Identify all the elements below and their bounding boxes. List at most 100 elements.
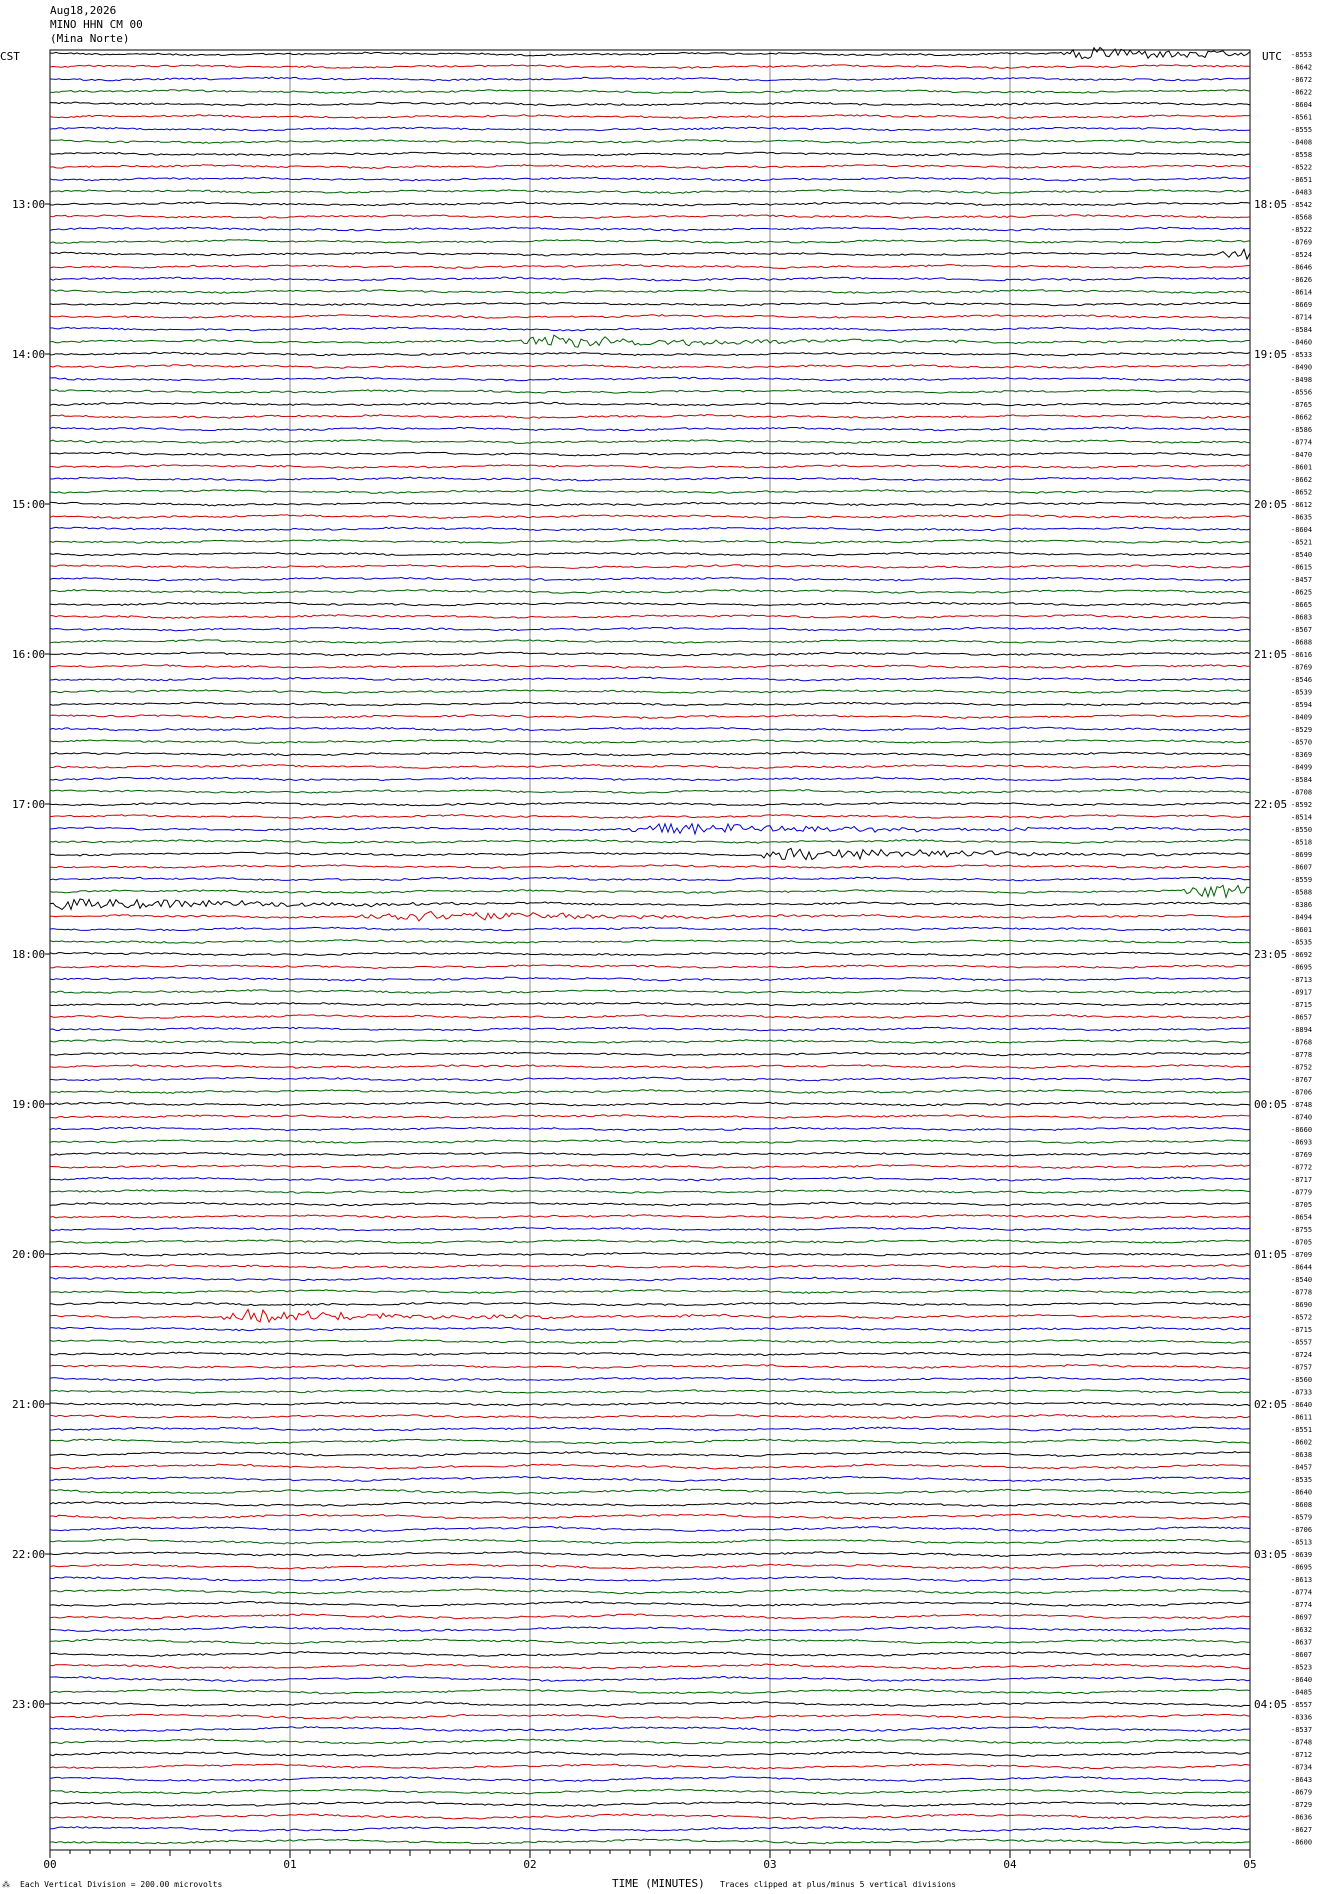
right-time-label: 04:05: [1254, 1698, 1287, 1711]
trace-offset-label: -8542: [1291, 201, 1312, 209]
seismic-trace: [49, 1251, 1251, 1257]
left-time-label: 19:00: [12, 1098, 45, 1111]
trace-offset-label: -8705: [1291, 1239, 1312, 1247]
seismic-trace: [49, 1763, 1251, 1770]
left-time-label: 15:00: [12, 498, 45, 511]
trace-offset-label: -8523: [1291, 1664, 1312, 1672]
seismic-trace: [50, 334, 1250, 348]
seismic-trace: [49, 289, 1251, 294]
trace-offset-label: -8660: [1291, 1126, 1312, 1134]
seismic-trace: [49, 951, 1251, 957]
trace-offset-label: -8533: [1291, 351, 1312, 359]
trace-offset-label: -8669: [1291, 301, 1312, 309]
left-time-label: 21:00: [12, 1398, 45, 1411]
trace-offset-label: -8485: [1291, 1689, 1312, 1697]
trace-offset-label: -8588: [1291, 889, 1312, 897]
seismic-trace: [49, 1751, 1251, 1757]
trace-offset-label: -8557: [1291, 1339, 1312, 1347]
seismic-trace: [49, 1626, 1251, 1633]
seismic-trace: [49, 884, 1251, 900]
trace-offset-label: -8683: [1291, 614, 1312, 622]
trace-offset-label: -8600: [1291, 1839, 1312, 1847]
trace-offset-label: -8715: [1291, 1326, 1312, 1334]
trace-offset-label: -8767: [1291, 1076, 1312, 1084]
seismic-trace: [49, 1538, 1251, 1545]
trace-offset-label: -8498: [1291, 376, 1312, 384]
right-time-label: 20:05: [1254, 498, 1287, 511]
seismic-trace: [49, 1463, 1251, 1470]
seismic-trace: [49, 564, 1251, 569]
seismic-trace: [49, 976, 1251, 982]
trace-offset-label: -8553: [1291, 51, 1312, 59]
seismic-trace: [49, 1401, 1251, 1407]
seismic-trace: [49, 1051, 1251, 1057]
seismic-trace: [49, 326, 1251, 332]
trace-offset-label: -8560: [1291, 1376, 1312, 1384]
trace-offset-label: -8535: [1291, 939, 1312, 947]
x-tick-label: 02: [523, 1858, 536, 1871]
trace-offset-label: -8692: [1291, 951, 1312, 959]
trace-offset-label: -8557: [1291, 1701, 1312, 1709]
seismic-trace: [49, 739, 1251, 744]
scale-note: Each Vertical Division = 200.00 microvol…: [20, 1880, 223, 1889]
seismic-trace: [49, 89, 1251, 94]
seismic-trace: [49, 114, 1251, 119]
seismic-trace: [49, 1801, 1251, 1807]
seismic-trace: [49, 1389, 1251, 1394]
trace-offset-label: -8409: [1291, 714, 1312, 722]
seismic-trace: [49, 501, 1251, 507]
seismic-trace: [49, 551, 1251, 557]
seismic-trace: [49, 964, 1251, 969]
seismic-trace: [49, 514, 1251, 519]
trace-offset-label: -8608: [1291, 1501, 1312, 1509]
trace-offset-label: -8592: [1291, 801, 1312, 809]
trace-offset-label: -8604: [1291, 101, 1312, 109]
seismic-trace: [49, 839, 1251, 844]
seismic-trace: [49, 389, 1251, 394]
trace-offset-label: -8734: [1291, 1764, 1312, 1772]
right-time-label: 18:05: [1254, 198, 1287, 211]
trace-offset-label: -8714: [1291, 314, 1312, 322]
trace-offset-label: -8774: [1291, 1601, 1312, 1609]
trace-offset-label: -8529: [1291, 726, 1312, 734]
x-tick-label: 05: [1243, 1858, 1256, 1871]
trace-offset-label: -8336: [1291, 1714, 1312, 1722]
seismic-trace: [49, 1725, 1251, 1732]
trace-offset-label: -8708: [1291, 789, 1312, 797]
scale-marker-icon: ⁂: [2, 1880, 10, 1889]
trace-offset-label: -8651: [1291, 176, 1312, 184]
seismic-trace: [49, 1139, 1251, 1144]
trace-offset-label: -8570: [1291, 739, 1312, 747]
left-time-label: 17:00: [12, 798, 45, 811]
seismic-trace: [49, 814, 1250, 819]
seismic-trace: [49, 426, 1251, 432]
seismic-trace: [49, 1001, 1251, 1007]
seismic-trace: [49, 1176, 1251, 1182]
seismic-trace: [49, 226, 1250, 232]
seismic-trace: [49, 239, 1251, 244]
trace-offset-label: -8614: [1291, 289, 1312, 297]
seismic-trace: [49, 614, 1251, 619]
trace-offset-label: -8558: [1291, 151, 1312, 159]
trace-offset-label: -8733: [1291, 1389, 1312, 1397]
trace-offset-label: -8769: [1291, 664, 1312, 672]
trace-offset-label: -8514: [1291, 814, 1312, 822]
trace-offset-label: -8748: [1291, 1739, 1312, 1747]
seismic-trace: [49, 1226, 1251, 1232]
seismic-trace: [49, 539, 1251, 544]
seismic-trace: [50, 1475, 1251, 1483]
seismic-trace: [49, 263, 1250, 270]
seismic-trace: [49, 301, 1251, 307]
trace-offset-label: -8584: [1291, 326, 1312, 334]
seismic-trace: [49, 1239, 1251, 1244]
trace-offset-label: -8584: [1291, 776, 1312, 784]
trace-offset-label: -8706: [1291, 1526, 1312, 1534]
trace-offset-label: -8724: [1291, 1351, 1312, 1359]
seismic-trace: [49, 1838, 1250, 1845]
right-time-label: 23:05: [1254, 948, 1287, 961]
left-time-label: 20:00: [12, 1248, 45, 1261]
trace-offset-label: -8640: [1291, 1489, 1312, 1497]
seismic-trace: [49, 1201, 1251, 1207]
trace-offset-label: -8611: [1291, 1414, 1312, 1422]
seismic-trace: [50, 1326, 1251, 1332]
